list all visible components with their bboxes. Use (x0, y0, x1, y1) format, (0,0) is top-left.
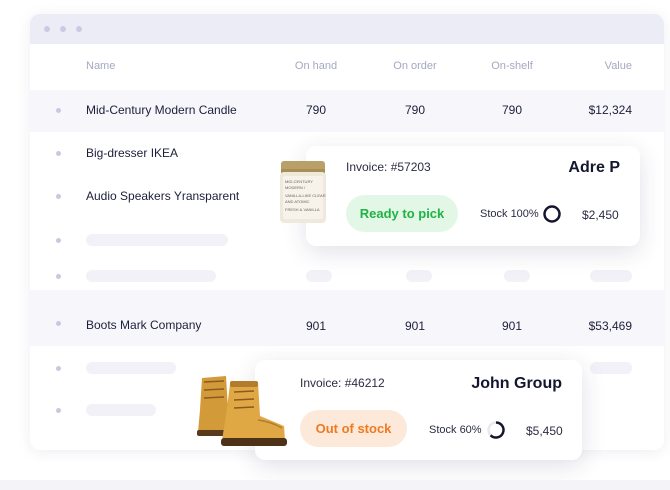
placeholder-bar (590, 362, 632, 374)
on-hand-value: 790 (305, 103, 327, 117)
row-bullet (56, 274, 61, 279)
value-amount: $12,324 (588, 103, 632, 117)
jar-label-line: MODERN / (285, 185, 306, 190)
placeholder-bar (86, 404, 156, 416)
column-header-value[interactable]: Value (605, 60, 632, 72)
row-bullet (56, 238, 61, 243)
customer-name: John Group (471, 375, 562, 392)
jar-label-line: VANILLA-LIKE CLEAR (285, 193, 326, 198)
row-bullet (56, 194, 61, 199)
product-name: Audio Speakers Yransparent (86, 189, 240, 203)
invoice-amount: $2,450 (582, 208, 619, 222)
placeholder-bar (86, 270, 216, 282)
jar-label-line: AND ATOMIC (285, 199, 310, 204)
table-row[interactable]: Mid-Century Modern Candle 790 790 790 $1… (30, 90, 664, 132)
window-dot[interactable] (44, 26, 50, 32)
row-bullet (56, 366, 61, 371)
placeholder-bar (306, 270, 332, 282)
jar-label-line: FRESH & VANILLA (285, 207, 320, 212)
window-dot[interactable] (76, 26, 82, 32)
row-bullet (56, 408, 61, 413)
status-badge[interactable]: Out of stock (300, 410, 407, 447)
product-name: Mid-Century Modern Candle (86, 103, 237, 117)
customer-name: Adre P (568, 159, 620, 176)
placeholder-bar (86, 362, 176, 374)
on-shelf-value: 901 (501, 319, 523, 333)
invoice-card-46212[interactable]: Invoice: #46212 John Group Out of stock … (255, 360, 582, 460)
placeholder-bar (504, 270, 530, 282)
row-bullet (56, 151, 61, 156)
boots-image (197, 376, 287, 446)
jar-label-line: MID-CENTURY (285, 179, 313, 184)
placeholder-row (30, 262, 664, 290)
column-header-on-shelf[interactable]: On-shelf (482, 60, 542, 72)
stock-ring-icon (487, 421, 505, 439)
candle-jar-image: MID-CENTURY MODERN / VANILLA-LIKE CLEAR … (280, 161, 326, 223)
bottom-strip (0, 480, 670, 490)
table-row[interactable]: Boots Mark Company 901 901 901 $53,469 (30, 290, 664, 346)
row-bullet (56, 108, 61, 113)
on-order-value: 901 (404, 319, 426, 333)
placeholder-bar (590, 270, 632, 282)
column-header-on-order[interactable]: On order (385, 60, 445, 72)
stock-percentage: Stock 60% (429, 424, 482, 436)
window-titlebar (30, 14, 664, 44)
row-bullet (56, 321, 61, 326)
value-amount: $53,469 (588, 319, 632, 333)
on-shelf-value: 790 (501, 103, 523, 117)
invoice-amount: $5,450 (526, 424, 563, 438)
product-name: Boots Mark Company (86, 318, 202, 332)
stock-ring-icon (543, 205, 561, 223)
invoice-number: Invoice: #57203 (346, 160, 431, 174)
on-order-value: 790 (404, 103, 426, 117)
invoice-card-57203[interactable]: Invoice: #57203 Adre P Ready to pick Sto… (306, 146, 640, 246)
window-dot[interactable] (60, 26, 66, 32)
placeholder-bar (86, 234, 228, 246)
column-header-name[interactable]: Name (86, 60, 115, 72)
table-header: Name On hand On order On-shelf Value (30, 44, 664, 90)
column-header-on-hand[interactable]: On hand (286, 60, 346, 72)
product-name: Big-dresser IKEA (86, 146, 179, 160)
status-badge[interactable]: Ready to pick (346, 195, 458, 232)
invoice-number: Invoice: #46212 (300, 376, 385, 390)
stock-percentage: Stock 100% (480, 208, 539, 220)
placeholder-bar (406, 270, 432, 282)
on-hand-value: 901 (305, 319, 327, 333)
